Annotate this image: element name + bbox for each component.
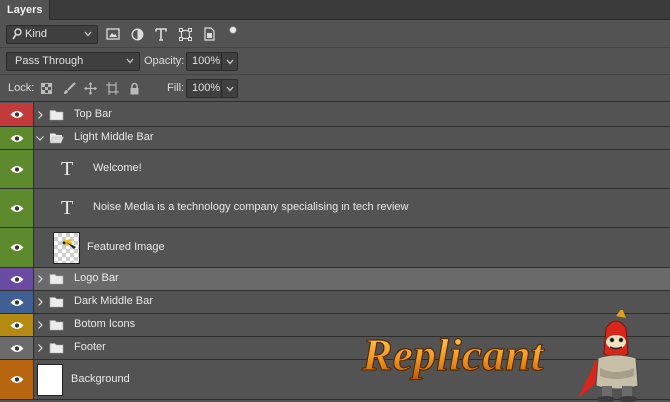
opacity-field[interactable]: 100%: [186, 52, 238, 71]
text-layer-icon: T: [61, 158, 74, 180]
lock-image-pixels-icon[interactable]: [61, 80, 77, 96]
lock-artboard-icon[interactable]: [104, 80, 120, 96]
layer-thumbnail: [53, 231, 80, 264]
adjustment-filter-icon[interactable]: [128, 25, 146, 43]
lock-row: Lock: Fill: 100%: [0, 76, 670, 102]
layer-name: Logo Bar: [74, 272, 119, 284]
replicant-watermark-logo: Replicant: [360, 310, 639, 402]
replicant-mascot-icon: [578, 310, 639, 402]
filter-row: Kind: [0, 20, 670, 48]
chevron-down-icon: [226, 59, 233, 64]
visibility-eye-icon[interactable]: [0, 150, 34, 188]
folder-icon: [49, 109, 64, 120]
layer-name: Top Bar: [74, 107, 112, 120]
lock-label: Lock:: [8, 82, 35, 94]
fill-field[interactable]: 100%: [186, 79, 238, 98]
visibility-eye-icon[interactable]: [0, 314, 34, 336]
type-filter-icon[interactable]: [152, 25, 170, 43]
opacity-label: Opacity:: [144, 55, 185, 67]
kind-filter-select[interactable]: Kind: [6, 25, 98, 44]
layer-name: Welcome!: [93, 162, 142, 174]
fill-label: Fill:: [167, 82, 185, 94]
lock-all-icon[interactable]: [126, 80, 142, 96]
folder-icon: [49, 297, 64, 308]
layer-row-featured-image[interactable]: Featured Image: [0, 228, 670, 268]
layer-row-logo-bar[interactable]: Logo Bar: [0, 268, 670, 291]
layer-row-light-middle-bar[interactable]: Light Middle Bar: [0, 127, 670, 150]
folder-icon: [49, 343, 64, 354]
lock-transparent-pixels-icon[interactable]: [38, 80, 54, 96]
layer-name: Footer: [74, 341, 106, 353]
chevron-down-icon[interactable]: [36, 134, 44, 142]
featured-image-thumbnail-icon: [62, 238, 76, 249]
layer-name: Background: [71, 372, 130, 385]
visibility-eye-icon[interactable]: [0, 127, 34, 149]
panel-tabbar: Layers: [0, 0, 670, 20]
visibility-eye-icon[interactable]: [0, 103, 34, 126]
chevron-down-icon: [84, 31, 92, 37]
filter-toggle-icon[interactable]: [229, 26, 237, 34]
chevron-down-icon: [126, 58, 134, 64]
layer-name: Featured Image: [87, 240, 165, 253]
layer-thumbnail: [37, 363, 63, 396]
layer-row-welcome[interactable]: T Welcome!: [0, 150, 670, 189]
text-layer-icon: T: [61, 197, 74, 219]
chevron-right-icon[interactable]: [36, 275, 44, 283]
visibility-eye-icon[interactable]: [0, 268, 34, 290]
layer-name: Dark Middle Bar: [74, 295, 153, 307]
opacity-value: 100%: [192, 55, 221, 67]
folder-open-icon: [49, 133, 64, 144]
layer-name: Light Middle Bar: [74, 131, 154, 143]
watermark-text: Replicant: [361, 329, 545, 380]
chevron-down-icon: [226, 86, 233, 91]
chevron-right-icon[interactable]: [36, 110, 44, 119]
layer-row-top-bar[interactable]: Top Bar: [0, 103, 670, 127]
opacity-dropdown-button[interactable]: [221, 53, 237, 70]
visibility-eye-icon[interactable]: [0, 337, 34, 359]
layer-row-noise-media-text[interactable]: T Noise Media is a technology company sp…: [0, 189, 670, 228]
layer-name: Botom Icons: [74, 318, 136, 330]
folder-icon: [49, 320, 64, 331]
smart-object-filter-icon[interactable]: [200, 25, 218, 43]
chevron-right-icon[interactable]: [36, 298, 44, 306]
fill-dropdown-button[interactable]: [221, 80, 237, 97]
blend-row: Pass Through Opacity: 100%: [0, 49, 670, 75]
search-icon: [12, 28, 22, 40]
chevron-right-icon[interactable]: [36, 344, 44, 352]
lock-position-icon[interactable]: [82, 80, 98, 96]
fill-value: 100%: [192, 82, 221, 94]
visibility-eye-icon[interactable]: [0, 360, 34, 399]
layer-name: Noise Media is a technology company spec…: [93, 201, 409, 213]
layers-tab[interactable]: Layers: [0, 0, 51, 20]
kind-filter-label: Kind: [25, 28, 48, 40]
blend-mode-select[interactable]: Pass Through: [6, 52, 140, 71]
shape-filter-icon[interactable]: [176, 25, 194, 43]
folder-icon: [49, 274, 64, 285]
image-filter-icon[interactable]: [104, 25, 122, 43]
visibility-eye-icon[interactable]: [0, 189, 34, 227]
visibility-eye-icon[interactable]: [0, 291, 34, 313]
blend-mode-value: Pass Through: [15, 55, 84, 67]
visibility-eye-icon[interactable]: [0, 228, 34, 267]
chevron-right-icon[interactable]: [36, 321, 44, 329]
